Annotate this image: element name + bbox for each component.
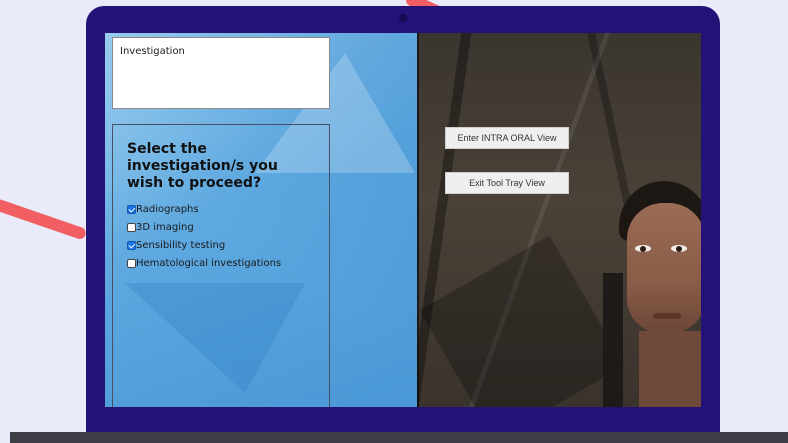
form-question: Select the investigation/s you wish to p… [127, 141, 278, 191]
option-hematological-investigations[interactable]: Hematological investigations [127, 254, 329, 272]
slide-canvas: Investigation Select the investigation/s… [0, 0, 788, 443]
figure-neck [639, 331, 701, 407]
user-webcam-figure [613, 181, 701, 407]
option-label: Radiographs [136, 203, 199, 215]
option-label: Sensibility testing [136, 239, 226, 251]
app-screen: Investigation Select the investigation/s… [105, 33, 701, 407]
vr-camera-view: Enter INTRA ORAL View Exit Tool Tray Vie… [417, 33, 701, 407]
option-radiographs[interactable]: Radiographs [127, 200, 329, 218]
room-shadow [419, 235, 625, 407]
option-label: Hematological investigations [136, 257, 282, 269]
option-label: 3D imaging [136, 221, 194, 233]
investigation-info-box: Investigation [112, 37, 330, 109]
decorative-stroke-left [0, 197, 88, 241]
option-sensibility-testing[interactable]: Sensibility testing [127, 236, 329, 254]
figure-eye [635, 245, 651, 252]
checkbox-checked-icon[interactable] [127, 240, 136, 250]
exit-tool-tray-view-button[interactable]: Exit Tool Tray View [445, 172, 569, 194]
investigation-panel: Investigation Select the investigation/s… [105, 33, 417, 407]
checkbox-unchecked-icon[interactable] [127, 222, 136, 232]
enter-intra-oral-view-button[interactable]: Enter INTRA ORAL View [445, 127, 569, 149]
info-box-label: Investigation [120, 46, 185, 57]
checkbox-unchecked-icon[interactable] [127, 258, 136, 268]
webcam-icon [399, 14, 407, 22]
laptop-base [10, 432, 788, 443]
figure-eye [671, 245, 687, 252]
option-3d-imaging[interactable]: 3D imaging [127, 218, 329, 236]
investigation-form: Select the investigation/s you wish to p… [112, 124, 330, 407]
checkbox-checked-icon[interactable] [127, 204, 136, 214]
figure-mouth [653, 313, 681, 319]
